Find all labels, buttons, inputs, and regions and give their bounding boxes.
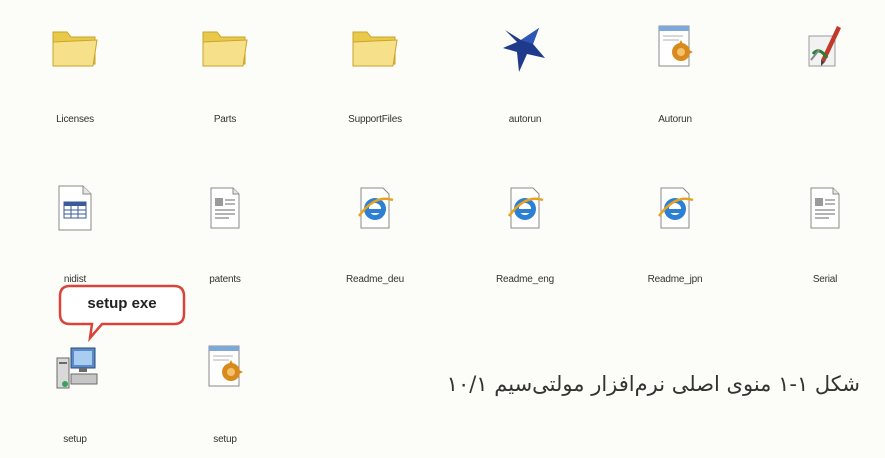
file-label: setup <box>63 434 87 445</box>
text-document-icon <box>795 178 855 238</box>
file-parts[interactable]: Parts <box>170 18 280 138</box>
file-readme-eng[interactable]: Readme_eng <box>470 178 580 298</box>
callout-text: setup exe <box>87 295 157 312</box>
figure-caption: شکل ۱-۱ منوی اصلی نرم‌افزار مولتی‌سیم ۱۰… <box>446 372 860 396</box>
setup-exe-callout: setup exe <box>58 284 186 343</box>
file-autorun-inf[interactable]: Autorun <box>620 18 730 138</box>
pen-tool-icon <box>795 18 855 78</box>
file-label: SupportFiles <box>348 114 402 125</box>
file-label: Autorun <box>658 114 692 125</box>
file-label: patents <box>209 274 241 285</box>
ni-logo-icon <box>495 18 555 78</box>
file-nidist[interactable]: nidist <box>20 178 130 298</box>
file-patents[interactable]: patents <box>170 178 280 298</box>
file-readme-jpn[interactable]: Readme_jpn <box>620 178 730 298</box>
file-setup-exe[interactable]: setup <box>20 338 130 458</box>
file-label: autorun <box>508 114 542 125</box>
file-label: Licenses <box>56 114 94 125</box>
folder-icon <box>345 18 405 78</box>
file-label: Parts <box>213 114 237 125</box>
html-document-icon <box>345 178 405 238</box>
folder-icon <box>195 18 255 78</box>
file-label: Readme_jpn <box>647 274 703 285</box>
file-label: setup <box>213 434 237 445</box>
file-setup-inf[interactable]: setup <box>170 338 280 458</box>
html-document-icon <box>645 178 705 238</box>
file-supportfiles[interactable]: SupportFiles <box>320 18 430 138</box>
html-document-icon <box>495 178 555 238</box>
setup-computer-icon <box>45 338 105 398</box>
spreadsheet-icon <box>45 178 105 238</box>
text-document-icon <box>195 178 255 238</box>
setup-info-icon <box>645 18 705 78</box>
file-label: Readme_deu <box>345 274 405 285</box>
file-readme-deu[interactable]: Readme_deu <box>320 178 430 298</box>
setup-info-icon <box>195 338 255 398</box>
file-licenses[interactable]: Licenses <box>20 18 130 138</box>
folder-icon <box>45 18 105 78</box>
file-label: Readme_eng <box>495 274 555 285</box>
file-serial[interactable]: Serial <box>770 178 880 298</box>
file-autorun-exe[interactable]: autorun <box>470 18 580 138</box>
file-pen-tool[interactable] <box>770 18 880 138</box>
file-label: Serial <box>812 274 838 285</box>
